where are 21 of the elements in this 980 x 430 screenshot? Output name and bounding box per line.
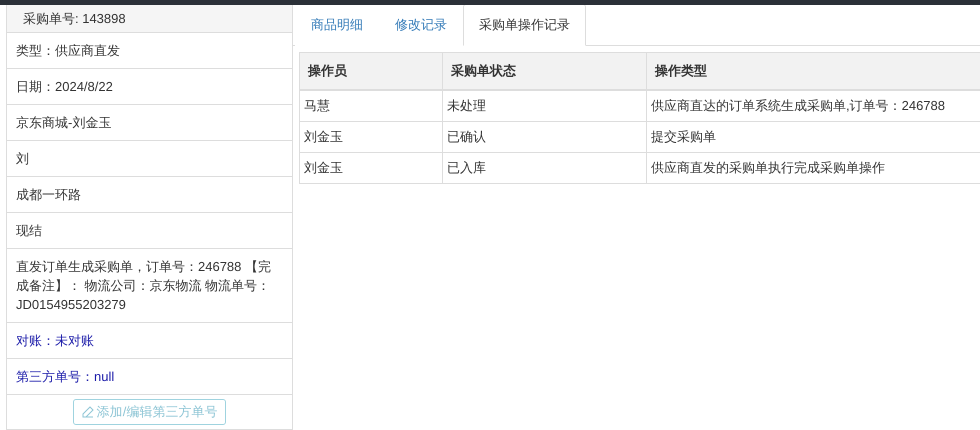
order-detail-item: 日期：2024/8/22	[7, 69, 292, 105]
order-detail-item: 第三方单号：null	[7, 359, 292, 395]
order-detail-item: 对账：未对账	[7, 323, 292, 359]
column-header: 操作员	[300, 52, 442, 90]
tab[interactable]: 采购单操作记录	[463, 5, 586, 46]
column-header: 操作类型	[646, 52, 980, 90]
order-detail-item: 直发订单生成采购单，订单号：246788 【完成备注】： 物流公司：京东物流 物流单号：JD0154955203279	[7, 249, 292, 323]
order-detail-item: 现结	[7, 213, 292, 249]
column-header: 采购单状态	[442, 52, 646, 90]
table-cell: 未处理	[442, 90, 646, 122]
edit-icon	[82, 406, 94, 418]
table-cell: 已入库	[442, 152, 646, 184]
table-cell: 已确认	[442, 122, 646, 152]
order-number-header: 采购单号: 143898	[7, 5, 292, 33]
order-detail-item: 成都一环路	[7, 177, 292, 213]
order-detail-item: 类型：供应商直发	[7, 33, 292, 69]
table-cell: 刘金玉	[300, 152, 442, 184]
order-detail-item: 刘	[7, 141, 292, 177]
order-detail-item: 京东商城-刘金玉	[7, 105, 292, 141]
table-cell: 马慧	[300, 90, 442, 122]
table-cell: 刘金玉	[300, 122, 442, 152]
